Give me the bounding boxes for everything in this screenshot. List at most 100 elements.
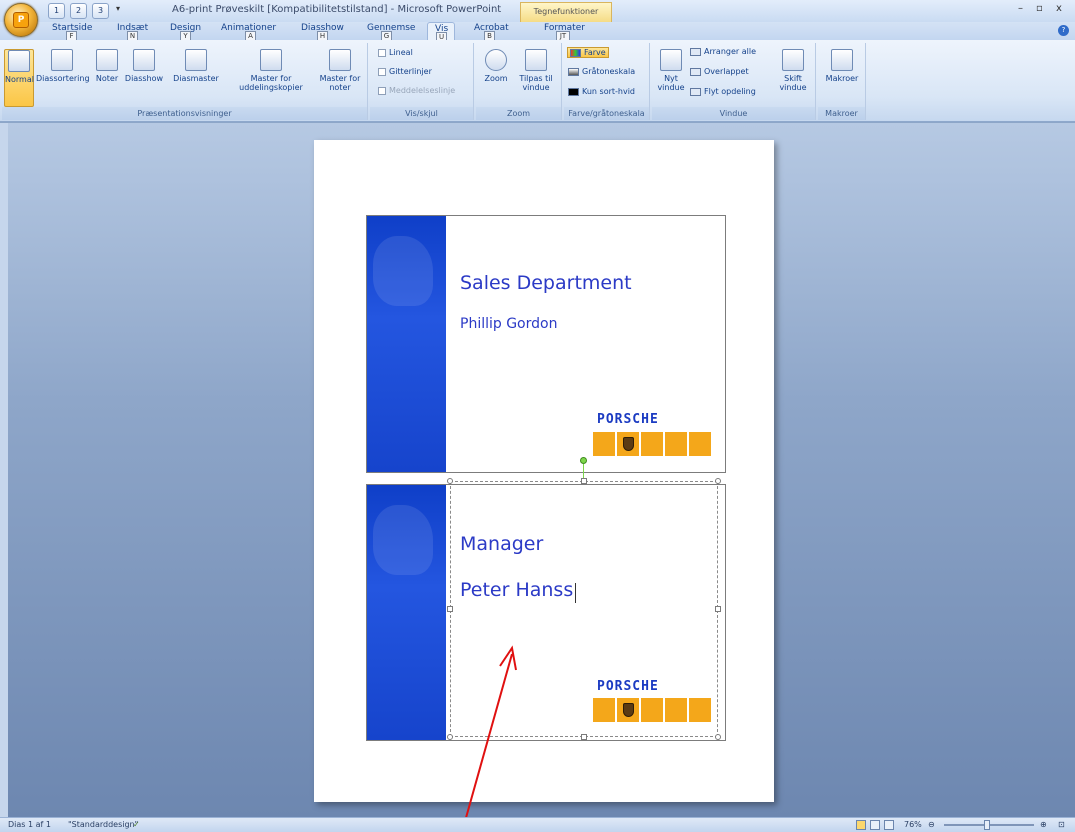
- resize-handle-bottom[interactable]: [581, 734, 587, 740]
- button-label: Noter: [95, 74, 119, 83]
- slide-sorter-status-icon[interactable]: [870, 820, 880, 830]
- new-window-button[interactable]: Nyt vindue: [654, 49, 688, 92]
- group-label: Præsentationsvisninger: [2, 107, 367, 120]
- save-icon[interactable]: 1: [48, 3, 65, 19]
- minimize-button[interactable]: –: [1018, 3, 1023, 14]
- ruler-checkbox[interactable]: Lineal: [378, 48, 413, 57]
- group-color-grayscale: Farve Gråtoneskala Kun sort-hvid Farve/g…: [564, 43, 650, 120]
- zoom-in-icon[interactable]: ⊕: [1040, 820, 1047, 829]
- move-split-button[interactable]: Flyt opdeling: [690, 87, 756, 96]
- button-label: Master for uddelingskopier: [239, 74, 303, 92]
- slideshow-icon: [133, 49, 155, 71]
- normal-view-status-icon[interactable]: [856, 820, 866, 830]
- office-logo-icon: P: [13, 12, 29, 28]
- slide-counter: Dias 1 af 1: [8, 820, 51, 829]
- notes-icon: [96, 49, 118, 71]
- tab-acrobat[interactable]: Acrobat B: [474, 22, 510, 41]
- slide-sorter-button[interactable]: Diassortering: [36, 49, 90, 83]
- notes-view-button[interactable]: Noter: [90, 49, 124, 83]
- help-icon[interactable]: ?: [1058, 25, 1069, 36]
- button-label: Nyt vindue: [657, 74, 685, 92]
- resize-handle-bottom-left[interactable]: [447, 734, 453, 740]
- arrange-all-button[interactable]: Arranger alle: [690, 47, 756, 56]
- office-button[interactable]: P: [4, 3, 38, 37]
- cascade-button[interactable]: Overlappet: [690, 67, 749, 76]
- macros-button[interactable]: Makroer: [822, 49, 862, 83]
- magnifier-icon: [485, 49, 507, 71]
- zoom-level[interactable]: 76%: [904, 820, 922, 829]
- tab-gennemse[interactable]: Gennemse G: [367, 22, 415, 41]
- button-label: Diasshow: [124, 74, 164, 83]
- resize-handle-right[interactable]: [715, 606, 721, 612]
- redo-icon[interactable]: 3: [92, 3, 109, 19]
- tab-diasshow[interactable]: Diasshow H: [301, 22, 345, 41]
- switch-window-icon: [782, 49, 804, 71]
- card-department[interactable]: Sales Department: [460, 272, 632, 294]
- business-card-top[interactable]: Sales Department Phillip Gordon PORSCHE: [366, 215, 726, 473]
- restore-button[interactable]: ▫: [1036, 3, 1043, 14]
- crest-tile: [689, 432, 711, 456]
- card-name[interactable]: Phillip Gordon: [460, 316, 557, 332]
- grayscale-icon: [568, 67, 579, 76]
- checkbox-label: Meddelelseslinje: [389, 86, 456, 95]
- resize-handle-top[interactable]: [581, 478, 587, 484]
- notes-master-icon: [329, 49, 351, 71]
- button-label: Tilpas til vindue: [519, 74, 553, 92]
- card-blue-photo-band: [367, 216, 446, 472]
- handout-master-button[interactable]: Master for uddelingskopier: [228, 49, 314, 92]
- color-icon: [570, 48, 581, 57]
- macros-icon: [831, 49, 853, 71]
- button-label: Arranger alle: [704, 47, 756, 56]
- slideshow-button[interactable]: Diasshow: [124, 49, 164, 83]
- grayscale-button[interactable]: Gråtoneskala: [568, 67, 635, 76]
- black-white-button[interactable]: Kun sort-hvid: [568, 87, 635, 96]
- slide-sorter-icon: [51, 49, 73, 71]
- resize-handle-left[interactable]: [447, 606, 453, 612]
- button-label: Farve: [584, 48, 606, 57]
- group-label: Vindue: [652, 107, 815, 120]
- fit-to-window-button[interactable]: Tilpas til vindue: [514, 49, 558, 92]
- resize-handle-bottom-right[interactable]: [715, 734, 721, 740]
- normal-view-button[interactable]: Normal: [4, 49, 34, 107]
- ribbon-tabs: Startside F Indsæt N Design Y Animationer A …: [0, 22, 1075, 42]
- resize-handle-top-left[interactable]: [447, 478, 453, 484]
- handout-master-icon: [260, 49, 282, 71]
- group-label: Zoom: [476, 107, 561, 120]
- button-label: Overlappet: [704, 67, 749, 76]
- button-label: Flyt opdeling: [704, 87, 756, 96]
- zoom-button[interactable]: Zoom: [480, 49, 512, 83]
- slide-pane-edge[interactable]: [0, 123, 8, 817]
- group-zoom: Zoom Tilpas til vindue Zoom: [476, 43, 562, 120]
- zoom-out-icon[interactable]: ⊖: [928, 820, 935, 829]
- customize-qat-chevron-icon[interactable]: ▾: [116, 4, 120, 13]
- group-label: Farve/gråtoneskala: [564, 107, 649, 120]
- spellcheck-icon[interactable]: ✓: [133, 820, 140, 829]
- resize-handle-top-right[interactable]: [715, 478, 721, 484]
- group-label: Vis/skjul: [370, 107, 473, 120]
- rotation-handle[interactable]: [580, 457, 587, 464]
- crest-tile: [665, 432, 687, 456]
- button-label: Makroer: [825, 74, 859, 83]
- close-button[interactable]: x: [1056, 3, 1062, 14]
- tab-animationer[interactable]: Animationer A: [221, 22, 281, 41]
- tab-indsaet[interactable]: Indsæt N: [117, 22, 149, 41]
- tab-design[interactable]: Design Y: [170, 22, 202, 41]
- slideshow-status-icon[interactable]: [884, 820, 894, 830]
- text-box-selection-frame[interactable]: [450, 481, 718, 737]
- theme-name[interactable]: "Standarddesign": [68, 820, 138, 829]
- switch-window-button[interactable]: Skift vindue: [774, 49, 812, 92]
- tab-startside[interactable]: Startside F: [52, 22, 96, 41]
- message-bar-checkbox[interactable]: Meddelelseslinje: [378, 86, 455, 95]
- text-cursor: [575, 583, 576, 603]
- zoom-slider-thumb[interactable]: [984, 820, 990, 830]
- normal-view-icon: [8, 50, 30, 72]
- color-button[interactable]: Farve: [567, 47, 609, 58]
- tab-vis[interactable]: Vis U: [427, 22, 455, 42]
- tab-formater[interactable]: Formater JT: [544, 22, 588, 41]
- undo-icon[interactable]: 2: [70, 3, 87, 19]
- gridlines-checkbox[interactable]: Gitterlinjer: [378, 67, 432, 76]
- window-title: A6-print Prøveskilt [Kompatibilitetstils…: [172, 4, 502, 15]
- notes-master-button[interactable]: Master for noter: [316, 49, 364, 92]
- fit-slide-icon[interactable]: ⊡: [1058, 820, 1065, 829]
- slide-master-button[interactable]: Diasmaster: [170, 49, 222, 83]
